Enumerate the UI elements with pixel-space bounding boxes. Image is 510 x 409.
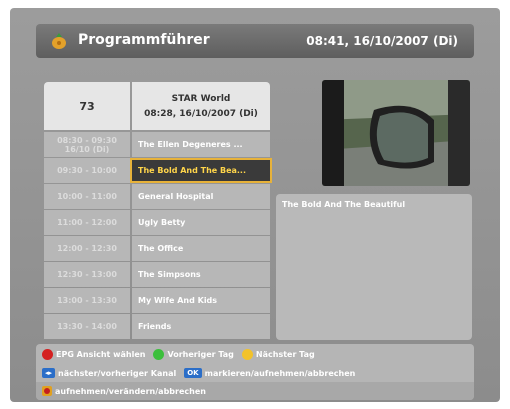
record-label: aufnehmen/verändern/abbrechen <box>55 386 206 396</box>
green-button-icon <box>153 349 165 360</box>
yellow-button-label: Nächster Tag <box>255 350 315 359</box>
program-guide: 73 STAR World 08:28, 16/10/2007 (Di) 08:… <box>44 82 272 340</box>
ok-label: markieren/aufnehmen/abbrechen <box>204 368 356 378</box>
legend-row-colors: EPG Ansicht wählen Vorheriger Tag Nächst… <box>42 349 315 360</box>
schedule-program[interactable]: Friends <box>132 314 270 339</box>
schedule-program[interactable]: The Simpsons <box>132 262 270 287</box>
program-description-panel: The Bold And The Beautiful <box>276 194 472 340</box>
schedule-program[interactable]: The Office <box>132 236 270 261</box>
schedule-program[interactable]: Ugly Betty <box>132 210 270 235</box>
schedule-list: 08:30 - 09:30 16/10 (Di) The Ellen Degen… <box>44 132 272 340</box>
legend-row-record: aufnehmen/verändern/abbrechen <box>42 386 206 396</box>
schedule-program[interactable]: My Wife And Kids <box>132 288 270 313</box>
arrows-label: nächster/vorheriger Kanal <box>58 368 177 378</box>
schedule-time: 08:30 - 09:30 16/10 (Di) <box>44 132 130 157</box>
schedule-program[interactable]: The Bold And The Bea... <box>130 158 272 183</box>
left-right-arrows-icon: ◂▸ <box>42 368 56 378</box>
page-title: Programmführer <box>78 32 210 48</box>
schedule-program[interactable]: The Ellen Degeneres ... <box>132 132 270 157</box>
button-legend: EPG Ansicht wählen Vorheriger Tag Nächst… <box>36 344 474 400</box>
schedule-time: 12:30 - 13:00 <box>44 262 130 287</box>
schedule-row[interactable]: 12:30 - 13:00 The Simpsons <box>44 262 270 287</box>
schedule-row[interactable]: 12:00 - 12:30 The Office <box>44 236 270 261</box>
schedule-time: 12:00 - 12:30 <box>44 236 130 261</box>
schedule-row-selected[interactable]: 09:30 - 10:00 The Bold And The Bea... <box>44 158 272 183</box>
legend-row-record-bar: aufnehmen/verändern/abbrechen <box>36 382 474 400</box>
schedule-row[interactable]: 10:00 - 11:00 General Hospital <box>44 184 270 209</box>
schedule-row[interactable]: 13:30 - 14:00 Friends <box>44 314 270 339</box>
red-button-label: EPG Ansicht wählen <box>56 350 146 359</box>
schedule-time: 13:30 - 14:00 <box>44 314 130 339</box>
yellow-button-icon <box>241 349 253 360</box>
schedule-row[interactable]: 13:00 - 13:30 My Wife And Kids <box>44 288 270 313</box>
channel-datetime: 08:28, 16/10/2007 (Di) <box>144 109 258 119</box>
schedule-time: 09:30 - 10:00 <box>44 158 130 183</box>
channel-number: 73 <box>44 82 130 130</box>
schedule-time: 10:00 - 11:00 <box>44 184 130 209</box>
video-frame-image <box>322 80 470 186</box>
channel-info: STAR World 08:28, 16/10/2007 (Di) <box>132 82 270 130</box>
channel-name: STAR World <box>171 94 231 104</box>
record-button-icon <box>42 386 52 396</box>
video-preview <box>322 80 470 186</box>
header-bar: Programmführer 08:41, 16/10/2007 (Di) <box>36 24 474 58</box>
program-description: The Bold And The Beautiful <box>282 200 406 209</box>
header-datetime: 08:41, 16/10/2007 (Di) <box>306 34 458 48</box>
red-button-icon <box>42 349 53 360</box>
schedule-time: 13:00 - 13:30 <box>44 288 130 313</box>
ok-key-icon: OK <box>184 368 202 378</box>
legend-row-nav: ◂▸ nächster/vorheriger Kanal OK markiere… <box>42 368 355 378</box>
pineapple-logo-icon <box>52 33 66 49</box>
schedule-time: 11:00 - 12:00 <box>44 210 130 235</box>
schedule-row[interactable]: 08:30 - 09:30 16/10 (Di) The Ellen Degen… <box>44 132 270 157</box>
schedule-program[interactable]: General Hospital <box>132 184 270 209</box>
green-button-label: Vorheriger Tag <box>167 350 234 359</box>
schedule-row[interactable]: 11:00 - 12:00 Ugly Betty <box>44 210 270 235</box>
